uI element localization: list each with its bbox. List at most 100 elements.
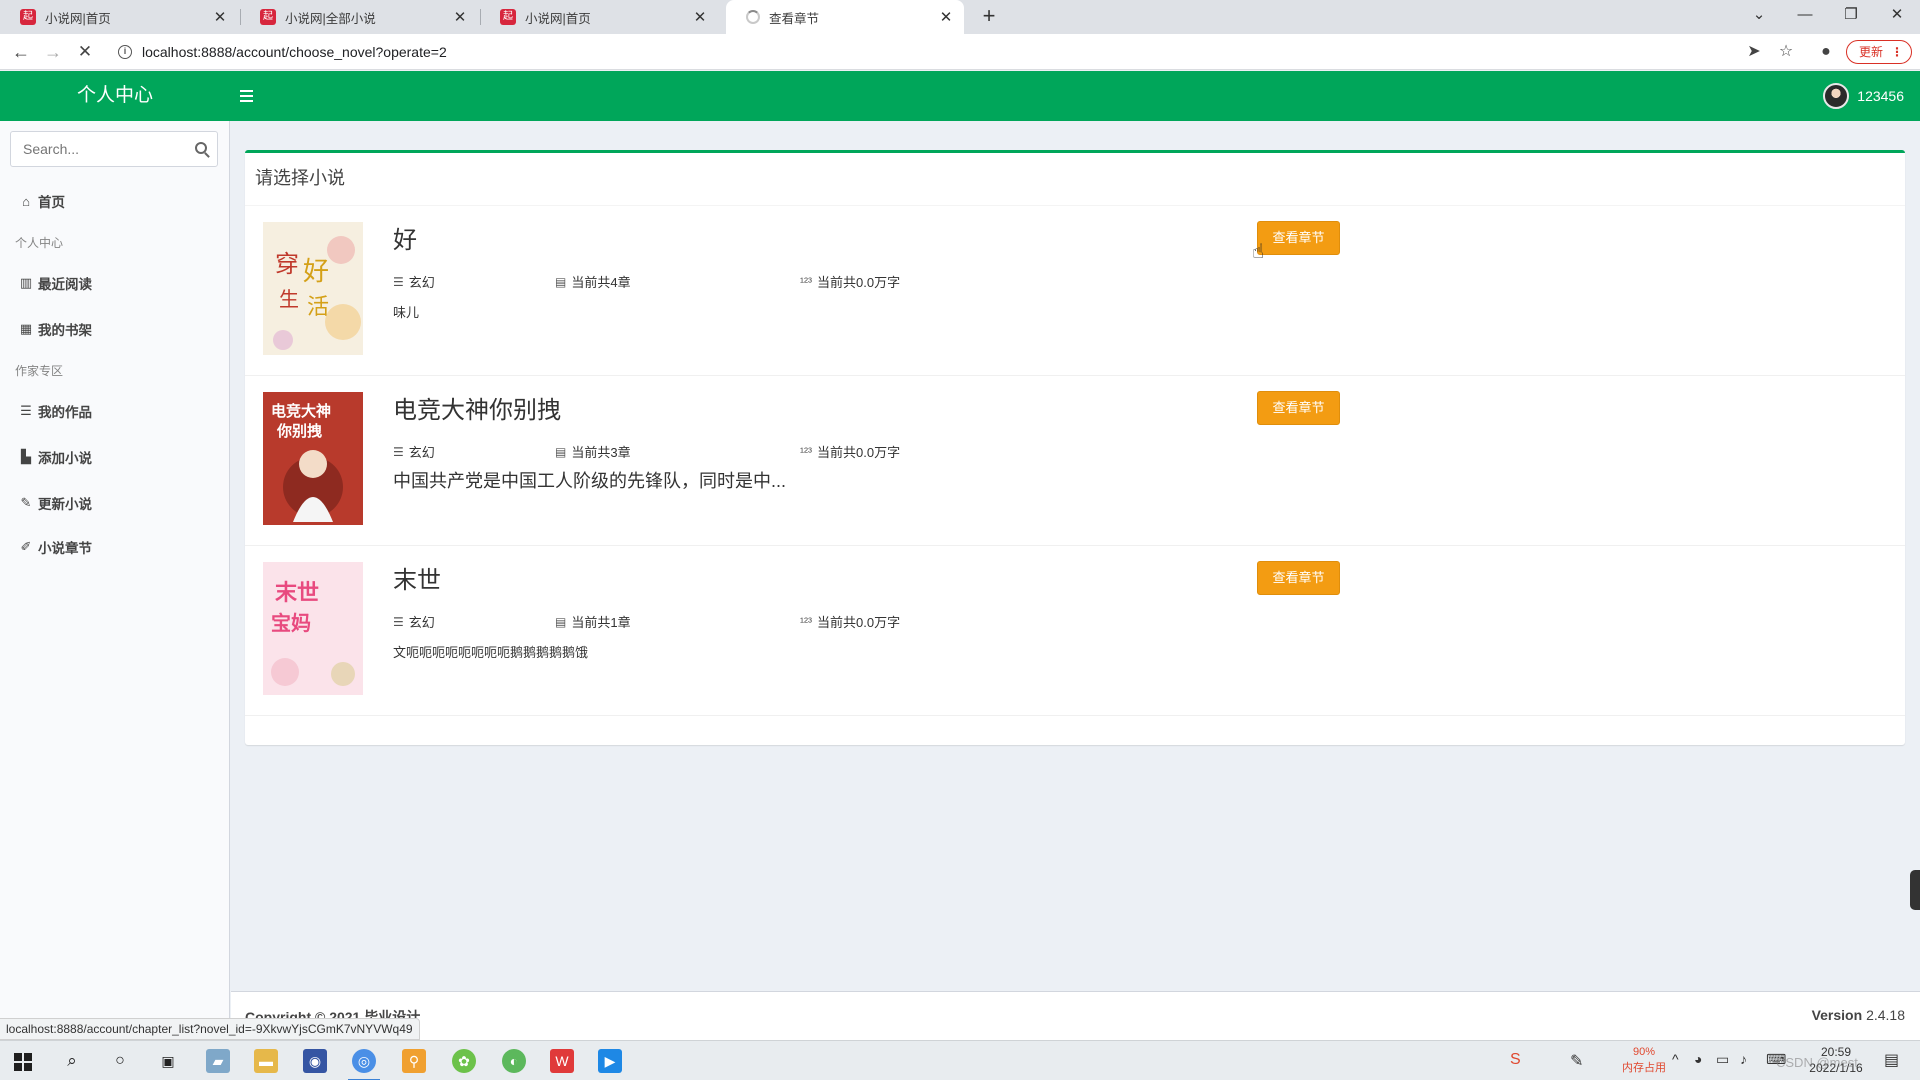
windows-start-icon[interactable] <box>14 1053 32 1071</box>
cover-decoration <box>271 658 299 686</box>
network-icon[interactable]: ▭ <box>1716 1051 1729 1068</box>
restore-button[interactable]: ❐ <box>1828 0 1874 30</box>
app-icon[interactable]: ◐ <box>502 1049 526 1073</box>
view-chapters-button[interactable]: 查看章节 <box>1257 561 1340 595</box>
close-window-button[interactable]: ✕ <box>1874 0 1920 30</box>
sidebar-item-home[interactable]: ⌂ 首页 <box>0 183 229 219</box>
sidebar-item-label: 我的作品 <box>38 405 92 420</box>
page-footer: Copyright © 2021 毕业设计 Version 2.4.18 <box>231 991 1920 1040</box>
sidebar-item-label: 首页 <box>38 195 65 210</box>
site-favicon-icon: 起 <box>20 9 36 25</box>
app-icon[interactable]: ▶ <box>598 1049 622 1073</box>
cover-title-art: 穿 <box>275 250 299 278</box>
tab-title: 查看章节 <box>769 11 820 26</box>
sidebar-section-header: 个人中心 <box>15 236 64 250</box>
browser-tab[interactable]: 起 小说网|全部小说 ✕ <box>240 0 478 34</box>
cover-title-art: 电竞大神 <box>271 402 331 420</box>
chapter-count-text: 当前共3章 <box>571 445 631 460</box>
cortana-icon[interactable]: ○ <box>108 1049 132 1073</box>
app-logo[interactable]: 个人中心 <box>0 71 230 121</box>
search-input[interactable] <box>11 132 181 166</box>
cover-title-art: 好 <box>303 257 329 287</box>
tray-qq-icon[interactable]: ◕ <box>1694 1051 1702 1067</box>
browser-tab[interactable]: 起 小说网|首页 ✕ <box>0 0 238 34</box>
tab-close-icon[interactable]: ✕ <box>212 8 228 26</box>
word-count-text: 当前共0.0万字 <box>817 615 901 630</box>
cover-figure-face <box>299 450 327 478</box>
browser-update-button[interactable]: 更新 ⋮ <box>1846 40 1912 64</box>
more-menu-icon: ⋮ <box>1891 45 1903 59</box>
sidebar-item-label: 添加小说 <box>38 451 92 466</box>
pencil-icon: ✎ <box>20 495 32 510</box>
sidebar-item-add-novel[interactable]: ▙ 添加小说 <box>0 439 229 475</box>
site-favicon-icon: 起 <box>260 9 276 25</box>
app-icon[interactable]: ▰ <box>206 1049 230 1073</box>
view-chapters-button[interactable]: 查看章节 <box>1257 221 1340 255</box>
cover-art: 末世 宝妈 <box>263 562 363 695</box>
category-text: 玄幻 <box>408 275 435 290</box>
novel-cover-image[interactable]: 电竞大神 你别拽 <box>263 392 363 525</box>
task-view-icon[interactable]: ▣ <box>156 1049 180 1073</box>
novel-category: ☰ 玄幻 <box>393 612 435 631</box>
username: 123456 <box>1857 88 1904 104</box>
browser-tab-active[interactable]: 查看章节 ✕ <box>726 0 964 34</box>
sidebar-item-bookshelf[interactable]: ▦ 我的书架 <box>0 311 229 347</box>
app-icon[interactable]: ◉ <box>303 1049 327 1073</box>
sidebar-item-update-novel[interactable]: ✎ 更新小说 <box>0 485 229 521</box>
send-icon[interactable]: ➤ <box>1744 42 1764 62</box>
view-chapters-button[interactable]: 查看章节 <box>1257 391 1340 425</box>
site-info-icon[interactable]: i <box>118 45 132 59</box>
hand-cursor-icon: ☝ <box>1252 241 1265 263</box>
new-tab-button[interactable]: + <box>976 4 1002 30</box>
user-menu[interactable]: 123456 <box>1823 82 1904 110</box>
sidebar-item-my-works[interactable]: ☰ 我的作品 <box>0 393 229 429</box>
edit-icon: ✐ <box>20 539 32 554</box>
search-icon[interactable] <box>195 142 207 154</box>
bookmark-star-icon[interactable]: ☆ <box>1776 42 1796 62</box>
sidebar-item-novel-chapters[interactable]: ✐ 小说章节 <box>0 529 229 565</box>
tab-close-icon[interactable]: ✕ <box>692 8 708 26</box>
browser-tab-bar: 起 小说网|首页 ✕ 起 小说网|全部小说 ✕ 起 小说网|首页 ✕ 查看章节 … <box>0 0 1920 34</box>
version-number: 2.4.18 <box>1866 1007 1905 1023</box>
novel-word-count: ¹²³ 当前共0.0万字 <box>800 612 900 631</box>
forward-arrow-icon[interactable]: → <box>40 39 66 65</box>
notification-icon[interactable]: ▤ <box>1884 1050 1899 1070</box>
app-icon[interactable]: ✿ <box>452 1049 476 1073</box>
search-tool-icon[interactable]: ⚲ <box>402 1049 426 1073</box>
sidebar-item-recent-reading[interactable]: ▥ 最近阅读 <box>0 265 229 301</box>
file-explorer-icon[interactable]: ▬ <box>254 1049 278 1073</box>
hamburger-menu-icon[interactable] <box>240 84 262 108</box>
tab-close-icon[interactable]: ✕ <box>938 8 954 26</box>
stop-loading-icon[interactable]: ✕ <box>72 39 98 65</box>
novel-title[interactable]: 好 <box>393 220 417 255</box>
novel-cover-image[interactable]: 穿 好 生 活 <box>263 222 363 355</box>
sidebar-search <box>10 131 218 167</box>
tab-close-icon[interactable]: ✕ <box>452 8 468 26</box>
url-bar[interactable]: i localhost:8888/account/choose_novel?op… <box>108 37 1768 67</box>
list-icon: ☰ <box>393 614 404 629</box>
tray-app-icon[interactable]: S <box>1510 1051 1521 1069</box>
search-icon[interactable]: ⌕ <box>60 1049 84 1073</box>
tray-pen-icon[interactable]: ✎ <box>1570 1051 1583 1071</box>
side-panel-handle[interactable] <box>1910 870 1920 910</box>
memory-usage[interactable]: 90% 内存占用 <box>1615 1044 1673 1076</box>
back-arrow-icon[interactable]: ← <box>8 39 34 65</box>
profile-icon[interactable]: ● <box>1816 42 1836 62</box>
novel-description: 中国共产党是中国工人阶级的先锋队，同时是中... <box>393 471 787 491</box>
novel-chapter-count: ▤ 当前共4章 <box>555 272 631 291</box>
chrome-icon[interactable]: ◎ <box>348 1049 380 1080</box>
url-text[interactable]: localhost:8888/account/choose_novel?oper… <box>142 44 447 60</box>
document-icon: ▤ <box>555 274 567 289</box>
browser-tab[interactable]: 起 小说网|首页 ✕ <box>480 0 718 34</box>
wps-icon[interactable]: W <box>550 1049 574 1073</box>
minimize-button[interactable]: — <box>1782 0 1828 30</box>
tab-search-icon[interactable]: ⌄ <box>1736 0 1782 30</box>
number-icon: ¹²³ <box>800 614 812 629</box>
tray-chevron-icon[interactable]: ^ <box>1672 1051 1679 1067</box>
volume-icon[interactable]: ♪ <box>1740 1051 1747 1067</box>
novel-title[interactable]: 电竞大神你别拽 <box>393 390 561 425</box>
list-icon: ☰ <box>20 403 32 418</box>
novel-title[interactable]: 末世 <box>393 560 441 595</box>
novel-cover-image[interactable]: 末世 宝妈 <box>263 562 363 695</box>
box-title: 请选择小说 <box>255 168 345 188</box>
